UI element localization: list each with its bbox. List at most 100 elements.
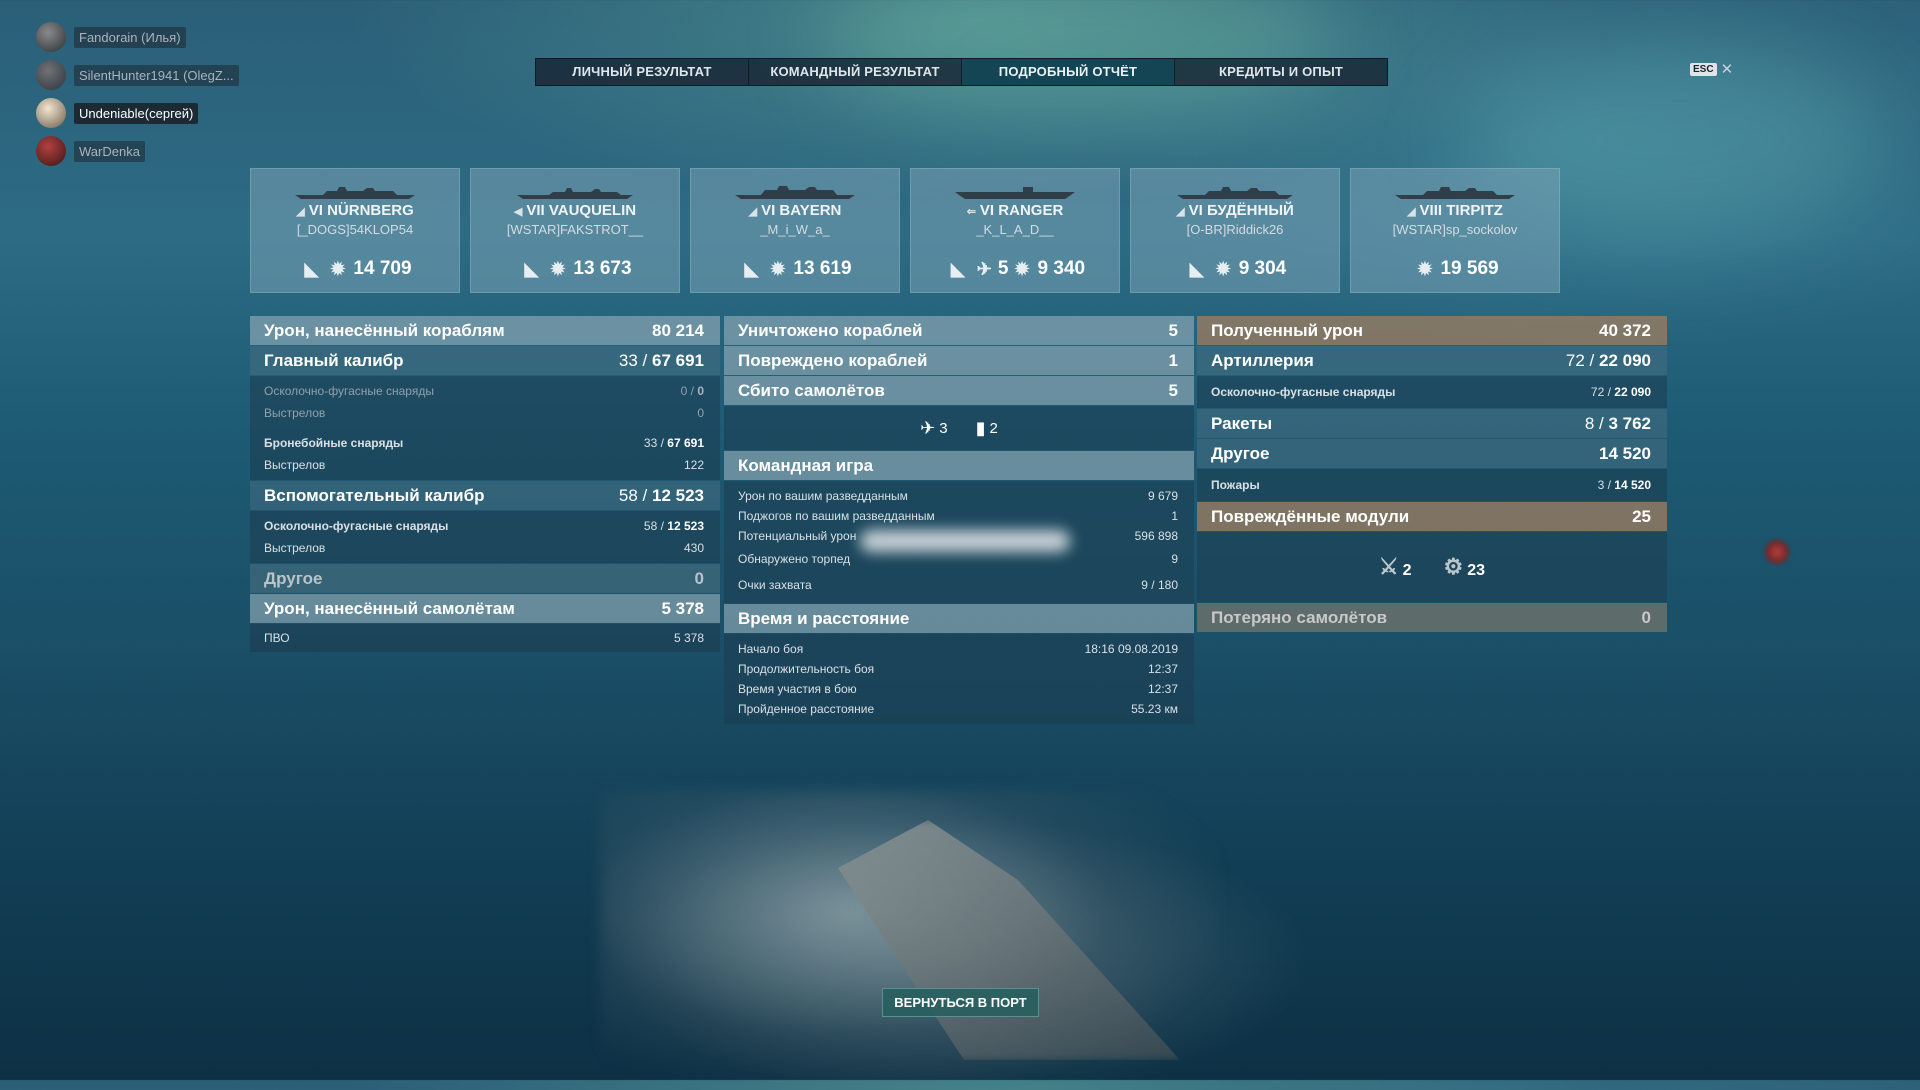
ship-tier: VI xyxy=(1188,202,1203,219)
hits: 58 xyxy=(643,519,658,533)
sec-shots-row: Выстрелов 430 xyxy=(250,537,720,559)
hits: 0 xyxy=(680,384,688,398)
total: 12 523 xyxy=(667,519,704,533)
label: Выстрелов xyxy=(264,458,326,472)
value: 55.23 км xyxy=(1131,702,1178,716)
dealt-damage-panel: Урон, нанесённый кораблям 80 214 Главный … xyxy=(250,316,720,653)
friends-list: Fandorain (Илья) SilentHunter1941 (OlegZ… xyxy=(36,22,239,174)
tab-team-result[interactable]: КОМАНДНЫЙ РЕЗУЛЬТАТ xyxy=(749,59,962,85)
friend-item[interactable]: Undeniable(сергей) xyxy=(36,98,239,128)
aa-details: ПВО 5 378 xyxy=(250,624,720,652)
ship-class-icon: ◢ xyxy=(296,206,305,218)
damage-value: 13 673 xyxy=(573,258,632,279)
aircraft-kills-value: 5 xyxy=(997,258,1009,279)
value: 122 xyxy=(683,458,704,472)
value: 14 520 xyxy=(1599,443,1651,463)
damage-icon: ✹ xyxy=(550,258,566,279)
label: Повреждено кораблей xyxy=(738,350,928,370)
ship-tier: VII xyxy=(526,202,545,219)
value: 5 378 xyxy=(661,598,704,618)
combat-panel: Уничтожено кораблей 5 Повреждено кораблей… xyxy=(724,316,1194,725)
ap-shots-row: Выстрелов 122 xyxy=(250,454,720,476)
tab-personal-result[interactable]: ЛИЧНЫЙ РЕЗУЛЬТАТ xyxy=(536,59,749,85)
damage-icon: ✹ xyxy=(1417,258,1433,279)
esc-close-button[interactable]: ESC ✕ xyxy=(1690,60,1733,78)
weapon-module-group: ⚔ 2 xyxy=(1379,554,1412,580)
total: 14 520 xyxy=(1614,478,1651,492)
ship-damage-header: Урон, нанесённый кораблям 80 214 xyxy=(250,316,720,345)
ship-title: ◢ VI BAYERN xyxy=(691,202,899,219)
total: 22 090 xyxy=(1614,385,1651,399)
planes-shot-header: Сбито самолётов 5 xyxy=(724,376,1194,405)
ship-card[interactable]: ◢ VI NÜRNBERG [_DOGS]54KLOP54 ◣ ✹ 14 709 xyxy=(250,168,460,293)
label: Время и расстояние xyxy=(738,608,910,628)
friend-name: SilentHunter1941 (OlegZ... xyxy=(74,64,239,86)
lost-planes-header: Потеряно самолётов 0 xyxy=(1197,603,1667,632)
player-name: [WSTAR]FAKSTROT__ xyxy=(506,222,644,237)
ship-name: TIRPITZ xyxy=(1446,202,1503,219)
secondary-battery-details: Осколочно-фугасные снаряды 58 / 12 523 Вы… xyxy=(250,511,720,563)
rockets-header: Ракеты 8 / 3 762 xyxy=(1197,409,1667,438)
time-row: Время участия в бою 12:37 xyxy=(724,679,1194,699)
modules-breakdown: ⚔ 2 ⚙ 23 xyxy=(1197,532,1667,602)
player-name: [WSTAR]sp_sockolov xyxy=(1392,222,1518,237)
ship-title: ⇐ VI RANGER xyxy=(911,202,1119,219)
value: 58 / 12 523 xyxy=(618,485,704,505)
ship-stats: ◣ ✹ 13 673 xyxy=(471,258,679,280)
other-damage-header: Другое 0 xyxy=(250,564,720,593)
friend-item[interactable]: Fandorain (Илья) xyxy=(36,22,239,52)
ship-class-icon: ◀ xyxy=(513,206,523,218)
ship-card[interactable]: ⇐ VI RANGER _K_L_A_D__ ◣ ✈ 5 ✹ 9 340 xyxy=(910,168,1120,293)
label: Командная игра xyxy=(738,455,874,475)
shell-icon: ◣ xyxy=(950,258,965,279)
friend-item[interactable]: SilentHunter1941 (OlegZ... xyxy=(36,60,239,90)
esc-key-icon: ESC xyxy=(1690,62,1717,76)
damaged-ships-header: Повреждено кораблей 1 xyxy=(724,346,1194,375)
destroyer-silhouette-icon xyxy=(513,185,637,199)
hits: 8 xyxy=(1584,413,1595,433)
label: Главный калибр xyxy=(264,350,404,370)
steering-module-icon: ⚙ xyxy=(1443,554,1464,579)
value: 33 / 67 691 xyxy=(618,350,704,370)
ship-title: ◀ VII VAUQUELIN xyxy=(471,202,679,219)
ship-card[interactable]: ◢ VI BAYERN _M_i_W_a_ ◣ ✹ 13 619 xyxy=(690,168,900,293)
label: Осколочно-фугасные снаряды xyxy=(1211,385,1396,399)
damage-value: 13 619 xyxy=(793,258,852,279)
value: 12:37 xyxy=(1147,682,1178,696)
weapon-module-icon: ⚔ xyxy=(1378,554,1399,579)
label: Артиллерия xyxy=(1211,350,1314,370)
team-play-header: Командная игра xyxy=(724,451,1194,480)
damage-value: 19 569 xyxy=(1440,258,1499,279)
player-name: _M_i_W_a_ xyxy=(760,222,830,237)
label: Осколочно-фугасные снаряды xyxy=(264,384,434,398)
ship-class-icon: ⇐ xyxy=(966,206,976,218)
friend-item[interactable]: WarDenka xyxy=(36,136,239,166)
other-received-header: Другое 14 520 xyxy=(1197,439,1667,468)
damage-value: 9 304 xyxy=(1238,258,1287,279)
hits: 33 xyxy=(618,350,638,370)
value: 430 xyxy=(683,541,704,555)
label: Другое xyxy=(1211,443,1270,463)
shell-icon: ◣ xyxy=(744,258,759,279)
damage-value: 14 709 xyxy=(353,258,412,279)
artillery-details: Осколочно-фугасные снаряды 72 / 22 090 xyxy=(1197,376,1667,408)
tab-credits-xp[interactable]: КРЕДИТЫ И ОПЫТ xyxy=(1175,59,1387,85)
value: 5 378 xyxy=(673,631,704,645)
ship-card[interactable]: ◢ VI БУДЁННЫЙ [O-BR]Riddick26 ◣ ✹ 9 304 xyxy=(1130,168,1340,293)
return-to-port-button[interactable]: ВЕРНУТЬСЯ В ПОРТ xyxy=(882,988,1039,1017)
value: 58 / 12 523 xyxy=(643,519,704,533)
tab-detailed-report[interactable]: ПОДРОБНЫЙ ОТЧЁТ xyxy=(962,59,1175,85)
hits: 72 xyxy=(1565,350,1585,370)
time-distance-details: Начало боя 18:16 09.08.2019 Продолжительн… xyxy=(724,634,1194,724)
battleship-silhouette-icon xyxy=(293,185,417,199)
ship-card[interactable]: ◀ VII VAUQUELIN [WSTAR]FAKSTROT__ ◣ ✹ 13 67… xyxy=(470,168,680,293)
total: 0 xyxy=(697,384,704,398)
player-name: _K_L_A_D__ xyxy=(976,222,1054,237)
label: Сбито самолётов xyxy=(738,380,885,400)
sec-he-row: Осколочно-фугасные снаряды 58 / 12 523 xyxy=(250,515,720,537)
planes-breakdown: ✈ 3 ▮ 2 xyxy=(724,406,1194,450)
discord-avatar-icon xyxy=(36,60,66,90)
received-damage-panel: Полученный урон 40 372 Артиллерия 72 / 22 … xyxy=(1197,316,1667,633)
ship-card[interactable]: ◢ VIII TIRPITZ [WSTAR]sp_sockolov ✹ 19 569 xyxy=(1350,168,1560,293)
